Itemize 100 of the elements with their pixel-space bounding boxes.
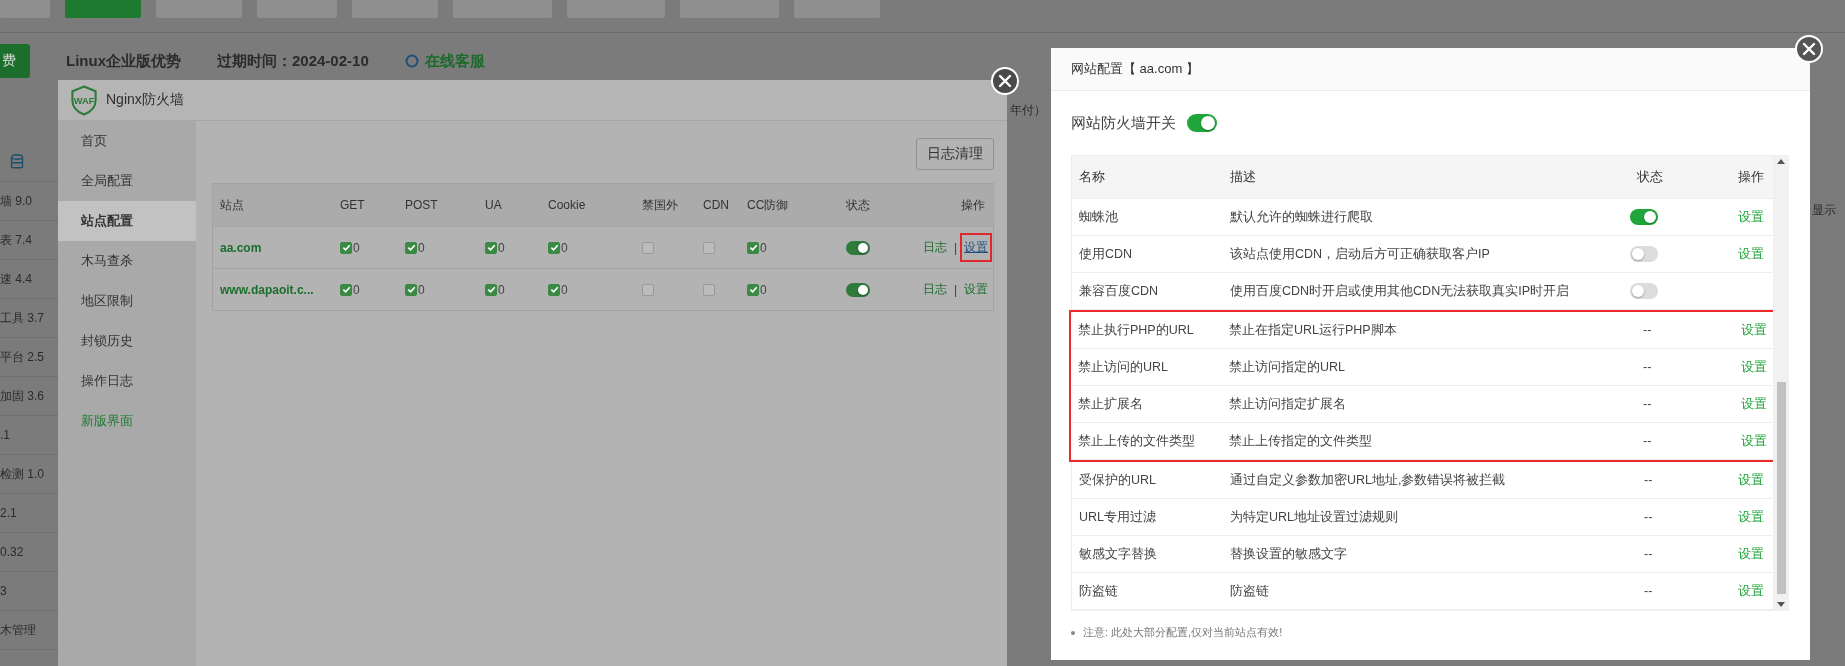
note-text: 注意: 此处大部分配置,仅对当前站点有效!	[1083, 625, 1283, 640]
toggle-switch[interactable]	[1187, 114, 1217, 132]
database-icon	[10, 154, 24, 170]
site-link[interactable]: aa.com	[213, 240, 333, 255]
settings-link[interactable]: 设置	[1689, 432, 1776, 450]
checkbox[interactable]	[405, 241, 417, 254]
hit-count: 0	[561, 282, 568, 297]
rule-name: 禁止访问的URL	[1077, 358, 1169, 376]
checkbox[interactable]	[548, 241, 560, 254]
rule-description: 该站点使用CDN，启动后方可正确获取客户IP	[1230, 245, 1491, 263]
checkbox[interactable]	[642, 241, 654, 254]
edition-title: Linux企业版优势	[66, 51, 181, 71]
column-header: POST	[404, 198, 439, 212]
checkbox[interactable]	[642, 283, 654, 296]
close-icon	[1802, 42, 1816, 56]
plugin-name: 速 4.4	[0, 270, 32, 288]
scroll-up-icon[interactable]	[1777, 159, 1785, 164]
hit-count: 0	[498, 282, 505, 297]
rule-description: 为特定URL地址设置过滤规则	[1230, 508, 1399, 526]
column-header: 状态	[845, 196, 871, 214]
rule-name: 禁止执行PHP的URL	[1077, 321, 1195, 339]
settings-link[interactable]: 设置	[960, 275, 993, 304]
settings-link[interactable]: 设置	[1690, 582, 1773, 600]
checkbox[interactable]	[747, 283, 759, 296]
settings-link[interactable]: 设置	[1690, 471, 1773, 489]
checkbox[interactable]	[703, 241, 715, 254]
rule-description: 禁止在指定URL运行PHP脚本	[1229, 321, 1398, 339]
toggle-switch[interactable]	[846, 282, 870, 297]
background-text: 年付）	[1010, 102, 1046, 119]
status-text: --	[1643, 510, 1653, 524]
hit-count: 0	[418, 282, 425, 297]
settings-link[interactable]: 设置	[1689, 358, 1776, 376]
scrollbar[interactable]	[1773, 155, 1789, 611]
status-text: --	[1642, 397, 1652, 411]
plugin-name: 3	[0, 584, 7, 598]
scroll-down-icon[interactable]	[1777, 602, 1785, 607]
close-button[interactable]	[1795, 35, 1823, 63]
separator: |	[954, 240, 958, 255]
checkbox[interactable]	[485, 283, 497, 296]
column-header: Cookie	[547, 198, 587, 212]
checkbox[interactable]	[747, 241, 759, 254]
close-button[interactable]	[991, 67, 1019, 95]
rule-name: 使用CDN	[1078, 245, 1134, 263]
dialog-title: Nginx防火墙	[106, 91, 184, 109]
column-header: 状态	[1636, 168, 1664, 186]
rule-description: 默认允许的蜘蛛进行爬取	[1230, 208, 1374, 226]
status-text: --	[1643, 584, 1653, 598]
settings-link[interactable]: 设置	[1690, 508, 1773, 526]
checkbox[interactable]	[340, 283, 352, 296]
column-header: 操作	[1737, 168, 1765, 186]
log-link[interactable]: 日志	[919, 275, 951, 304]
rule-name: 敏感文字替换	[1078, 545, 1158, 563]
clear-logs-button[interactable]: 日志清理	[916, 138, 994, 170]
plugin-name: 表 7.4	[0, 231, 32, 249]
checkbox[interactable]	[703, 283, 715, 296]
toggle-switch[interactable]	[1630, 209, 1658, 225]
column-header: GET	[339, 198, 366, 212]
settings-link[interactable]: 设置	[1690, 208, 1773, 226]
sidebar-item[interactable]: 站点配置	[58, 201, 196, 241]
status-text: --	[1642, 323, 1652, 337]
plugin-name: 检测 1.0	[0, 465, 44, 483]
dialog-title: 网站配置【 aa.com 】	[1071, 60, 1199, 78]
toggle-switch[interactable]	[846, 240, 870, 255]
hit-count: 0	[760, 240, 767, 255]
shield-logo: WAF	[70, 84, 98, 116]
site-link[interactable]: www.dapaoit.c...	[213, 282, 333, 297]
checkbox[interactable]	[405, 283, 417, 296]
settings-link[interactable]: 设置	[960, 233, 993, 262]
rule-name: 防盗链	[1078, 582, 1119, 600]
rule-description: 禁止上传指定的文件类型	[1229, 432, 1373, 450]
hit-count: 0	[760, 282, 767, 297]
rule-name: 蜘蛛池	[1078, 208, 1119, 226]
status-text: --	[1643, 473, 1653, 487]
checkbox[interactable]	[548, 283, 560, 296]
settings-link[interactable]: 设置	[1689, 395, 1776, 413]
hit-count: 0	[418, 240, 425, 255]
plugin-name: 2.1	[0, 506, 17, 520]
plugin-name: .1	[0, 428, 10, 442]
column-header: 操作	[960, 196, 986, 214]
close-icon	[998, 74, 1012, 88]
rule-name: URL专用过滤	[1078, 508, 1157, 526]
column-header: 站点	[219, 196, 245, 214]
checkbox[interactable]	[340, 241, 352, 254]
settings-link[interactable]: 设置	[1689, 321, 1776, 339]
toggle-switch[interactable]	[1630, 283, 1658, 299]
switch-label: 网站防火墙开关	[1071, 113, 1176, 133]
status-text: --	[1643, 547, 1653, 561]
settings-link[interactable]: 设置	[1690, 245, 1773, 263]
column-header: 禁国外	[641, 196, 679, 214]
rule-description: 禁止访问指定的URL	[1229, 358, 1346, 376]
plugin-name: 平台 2.5	[0, 348, 44, 366]
checkbox[interactable]	[485, 241, 497, 254]
toggle-switch[interactable]	[1630, 246, 1658, 262]
status-text: --	[1642, 360, 1652, 374]
expiry-date: 过期时间：2024-02-10	[217, 51, 369, 71]
settings-link[interactable]: 设置	[1690, 545, 1773, 563]
renew-button[interactable]: 费	[0, 44, 30, 78]
column-header: CC防御	[746, 196, 790, 214]
log-link[interactable]: 日志	[919, 233, 951, 262]
status-text: --	[1642, 434, 1652, 448]
